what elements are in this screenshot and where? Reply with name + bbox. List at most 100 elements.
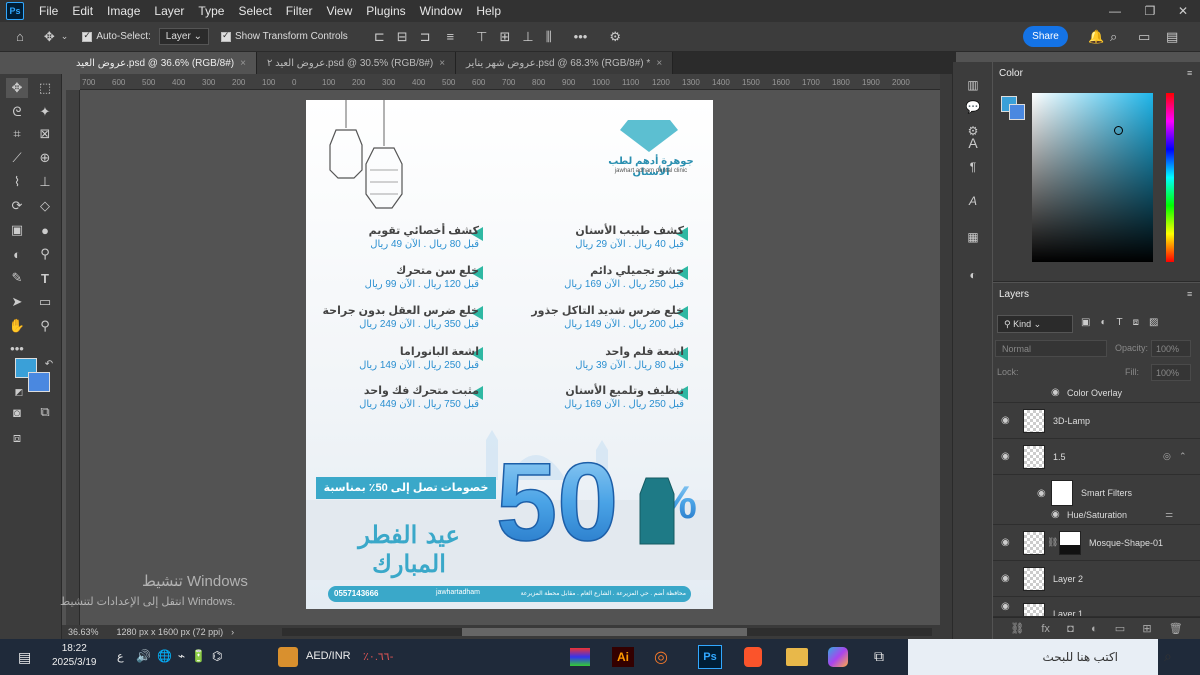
hand-tool-icon[interactable]: ✋	[6, 316, 28, 336]
fx-icon[interactable]: fx	[1041, 623, 1050, 635]
layer-filter-icons[interactable]: ▣◐T⧈▨	[1081, 317, 1168, 328]
eraser-icon[interactable]: ◇	[34, 196, 56, 216]
menu-select[interactable]: Select	[231, 4, 278, 18]
horizontal-scrollbar[interactable]	[282, 628, 932, 636]
zoom-level[interactable]: 36.63%	[68, 627, 99, 637]
language-indicator[interactable]: ع	[117, 650, 124, 663]
eye-icon[interactable]: ◉	[1001, 415, 1010, 426]
filter-row[interactable]: ◉ Hue/Saturation ⚌	[993, 505, 1200, 525]
align-middle-icon[interactable]: ⊞	[499, 29, 510, 45]
align-center-icon[interactable]: ⊟	[397, 29, 408, 45]
adjustment-layer-icon[interactable]: ◐	[1091, 623, 1098, 635]
move-tool-icon[interactable]: ✥	[44, 29, 55, 45]
eye-icon[interactable]: ◉	[1001, 601, 1010, 612]
history-brush-icon[interactable]: ⟳	[6, 196, 28, 216]
copilot-icon[interactable]	[828, 647, 848, 667]
color-picker-cursor[interactable]	[1114, 126, 1123, 135]
panels-icon[interactable]: ▤	[1166, 29, 1178, 45]
chevron-down-icon[interactable]: ⌄	[61, 31, 69, 42]
tab-document-2[interactable]: عروض العيد ٢.psd @ 30.5% (RGB/8#) ×	[256, 52, 457, 74]
align-bottom-icon[interactable]: ⊥	[522, 29, 533, 45]
menu-view[interactable]: View	[319, 4, 359, 18]
color-picker-field[interactable]	[1032, 93, 1153, 262]
task-view-icon[interactable]: ⧉	[874, 648, 884, 665]
edit-toolbar-icon[interactable]: ⧈	[6, 428, 28, 448]
character-panel-icon[interactable]: A	[964, 134, 982, 152]
eye-icon[interactable]: ◉	[1001, 451, 1010, 462]
comments-panel-icon[interactable]: 💬	[964, 98, 982, 116]
folder-icon[interactable]: ▭	[1115, 622, 1125, 635]
minimize-icon[interactable]: —	[1100, 0, 1130, 22]
menu-type[interactable]: Type	[191, 4, 231, 18]
healing-tool-icon[interactable]: ⊕	[34, 148, 56, 168]
history-panel-icon[interactable]: ▥	[964, 76, 982, 94]
system-tray-icons[interactable]: 🔊🌐⌁🔋⌬	[136, 649, 229, 663]
menu-window[interactable]: Window	[413, 4, 470, 18]
app-icon[interactable]	[570, 648, 590, 666]
stamp-tool-icon[interactable]: ⊥	[34, 172, 56, 192]
tab-document-1[interactable]: عروض العيد.psd @ 36.6% (RGB/8#) ×	[66, 52, 257, 74]
home-icon[interactable]: ⌂	[16, 29, 24, 44]
fill-input[interactable]: 100%	[1151, 364, 1191, 381]
more-tools-icon[interactable]: •••	[6, 338, 28, 358]
close-tab-icon[interactable]: ×	[439, 58, 445, 69]
layer-row[interactable]: ◉ Layer 2	[993, 561, 1200, 597]
eye-icon[interactable]: ◉	[1051, 387, 1060, 398]
eye-icon[interactable]: ◉	[1001, 573, 1010, 584]
glyphs-panel-icon[interactable]: A	[964, 192, 982, 210]
tab-document-3[interactable]: عروض شهر يناير.psd @ 68.3% (RGB/8#) * ×	[456, 52, 674, 74]
gradient-tool-icon[interactable]: ▣	[6, 220, 28, 240]
eye-icon[interactable]: ◉	[1051, 509, 1060, 520]
magic-wand-icon[interactable]: ✦	[34, 102, 56, 122]
align-top-icon[interactable]: ⊤	[476, 29, 487, 45]
scrollbar-thumb[interactable]	[462, 628, 747, 636]
layer-effect-row[interactable]: ◉ Color Overlay	[993, 383, 1200, 403]
blur-tool-icon[interactable]: ●	[34, 220, 56, 240]
menu-help[interactable]: Help	[469, 4, 508, 18]
layer-row[interactable]: ◉ ⛓ Mosque-Shape-01	[993, 525, 1200, 561]
swap-colors-icon[interactable]: ↶	[38, 354, 60, 374]
illustrator-icon[interactable]: Ai	[612, 647, 634, 667]
filter-kind-dropdown[interactable]: ⚲ Kind ⌄	[997, 315, 1073, 333]
ticker-icon[interactable]	[278, 647, 298, 667]
status-menu-icon[interactable]: ›	[231, 627, 234, 637]
zoom-detail-icon[interactable]: ⚲	[34, 244, 56, 264]
layer-row[interactable]: ◉ 1.5 ◎ ⌃	[993, 439, 1200, 475]
layer-row[interactable]: ◉ 3D-Lamp	[993, 403, 1200, 439]
eye-icon[interactable]: ◉	[1001, 537, 1010, 548]
photoshop-taskbar-icon[interactable]: Ps	[698, 645, 722, 669]
align-left-icon[interactable]: ⊏	[374, 29, 385, 45]
gear-icon[interactable]: ⚙	[609, 29, 621, 45]
zoom-tool-icon[interactable]: ⚲	[34, 316, 56, 336]
link-layers-icon[interactable]: ⛓	[1010, 622, 1024, 635]
close-tab-icon[interactable]: ×	[656, 58, 662, 69]
vertical-scrollbar[interactable]	[940, 74, 952, 625]
panel-menu-icon[interactable]: ≡	[1187, 68, 1192, 78]
notification-icon[interactable]: ▤	[18, 649, 31, 666]
link-icon[interactable]: ⛓	[1047, 537, 1058, 548]
filter-effects-icon[interactable]: ◎	[1163, 451, 1171, 462]
auto-select-checkbox[interactable]	[82, 30, 93, 42]
background-color-swatch[interactable]	[28, 372, 50, 392]
move-tool-icon[interactable]: ✥	[6, 78, 28, 98]
path-select-icon[interactable]: ➤	[6, 292, 28, 312]
align-right-icon[interactable]: ⊐	[420, 29, 431, 45]
screen-mode-icon[interactable]: ⧉	[34, 402, 56, 422]
paragraph-panel-icon[interactable]: ¶	[964, 158, 982, 176]
marquee-tool-icon[interactable]: ⬚	[34, 78, 56, 98]
file-explorer-icon[interactable]	[786, 648, 808, 666]
share-button[interactable]: Share	[1023, 26, 1068, 47]
add-mask-icon[interactable]: ◘	[1067, 623, 1074, 635]
layer-row[interactable]: ◉ Layer 1	[993, 597, 1200, 617]
more-options-icon[interactable]: •••	[574, 29, 588, 44]
search-icon[interactable]: ⌕	[1164, 648, 1172, 665]
search-icon[interactable]: ⌕	[1110, 29, 1117, 45]
default-colors-icon[interactable]: ◩	[8, 382, 30, 402]
hue-slider[interactable]	[1166, 93, 1174, 262]
type-tool-icon[interactable]: T	[34, 268, 56, 288]
menu-edit[interactable]: Edit	[65, 4, 100, 18]
ticker-label[interactable]: AED/INR	[306, 650, 351, 662]
view-icon[interactable]: ▭	[1138, 29, 1150, 45]
align-vertical-icon[interactable]: ≡	[447, 29, 455, 44]
trash-icon[interactable]: 🗑	[1169, 622, 1183, 635]
